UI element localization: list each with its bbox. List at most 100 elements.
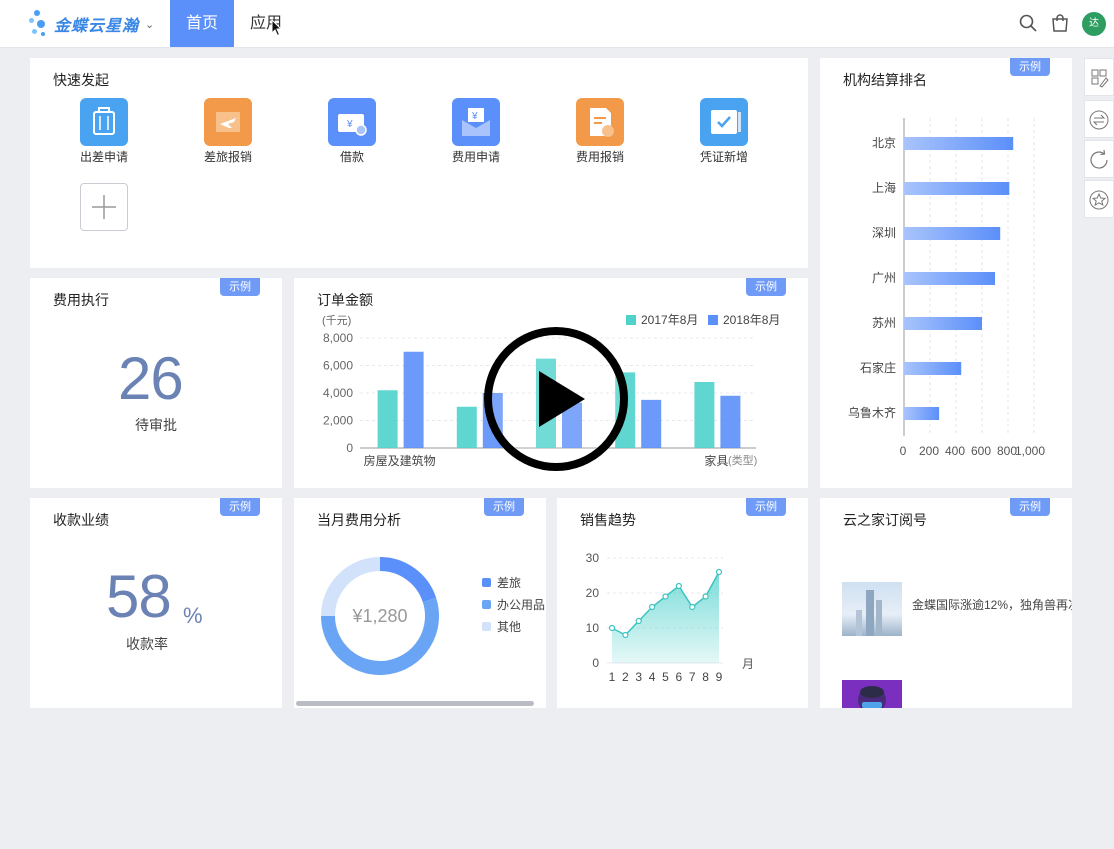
x-tick-label: 6 [676,670,683,684]
news-thumbnail-image[interactable] [842,680,902,708]
pending-approval-label: 待审批 [135,417,177,433]
y-tick-label: 上海 [872,180,896,195]
news-headline[interactable]: 金蝶国际涨逾12%，独角兽再次 [912,596,1072,613]
legend-label: 办公用品 [497,597,545,612]
trend-point [689,603,696,611]
sample-tag: 示例 [1010,498,1050,516]
refresh-tool[interactable] [1084,140,1114,178]
shopping-bag-icon[interactable] [1050,13,1070,33]
trend-point [715,568,723,576]
legend-swatch [482,578,491,587]
percent-sign: % [183,603,203,628]
quick-action-new-voucher[interactable]: 凭证新增 [689,98,759,165]
x-axis-unit: 月 [742,657,754,671]
trend-point [635,617,642,625]
chevron-down-icon[interactable]: ⌄ [145,18,154,31]
trend-point [608,624,616,632]
svg-text:¥: ¥ [471,111,478,122]
app-logo[interactable]: 金蝶云星瀚 ⌄ [28,7,154,41]
sample-tag: 示例 [1010,58,1050,76]
quick-action-label: 借款 [339,150,364,164]
user-avatar[interactable]: 达 [1082,12,1106,36]
favorite-tool[interactable] [1084,180,1114,218]
ranking-bar [904,362,962,375]
x-tick-label: 0 [900,444,907,458]
tab-home[interactable]: 首页 [170,0,234,47]
loan-bill-icon: ¥ [328,98,376,146]
ranking-bar [904,272,995,285]
tab-apps[interactable]: 应用 [240,0,292,47]
legend-swatch [482,622,491,631]
bar-2018 [720,395,741,448]
sales-trend-chart: 0 10 20 30 1 2 3 4 5 6 7 8 9 月 [586,551,754,684]
y-tick-label: 深圳 [872,226,896,240]
search-icon[interactable] [1018,13,1038,33]
legend-label: 2018年8月 [723,313,780,327]
collection-performance-card: 收款业绩 示例 58 % 收款率 [30,498,282,708]
sample-tag: 示例 [746,278,786,296]
add-quick-action-button[interactable] [80,183,128,231]
y-tick-label: 2,000 [323,414,353,428]
reimburse-doc-icon [576,98,624,146]
quick-action-expense-request[interactable]: ¥ 费用申请 [441,98,511,165]
x-tick-label: 4 [649,670,656,684]
org-ranking-card: 机构结算排名 示例 0 200 400 600 800 1,000 北京 上海 深圳 广州 苏州 石家… [820,58,1072,488]
subscription-card: 云之家订阅号 示例 金蝶国际涨逾12%，独角兽再次 [820,498,1072,708]
x-tick-label: 房屋及建筑物 [364,453,436,468]
x-axis-name: (类型) [728,453,757,467]
ranking-bar [904,182,1010,195]
y-tick-label: 0 [346,441,353,455]
expense-envelope-icon: ¥ [452,98,500,146]
logo-mark-icon [28,8,54,40]
quick-action-business-trip[interactable]: 出差申请 [69,98,139,165]
quick-action-loan[interactable]: ¥ 借款 [317,98,387,165]
switch-tool[interactable] [1084,100,1114,138]
y-axis-unit: (千元) [322,314,351,327]
org-ranking-chart: 0 200 400 600 8001,000北京上海深圳广州苏州石家庄乌鲁木齐 [848,118,1045,458]
sample-tag: 示例 [746,498,786,516]
sample-tag: 示例 [484,498,524,516]
legend-swatch [708,315,718,325]
legend-label: 差旅 [497,576,521,590]
x-tick-label: 1 [609,670,616,684]
quick-action-label: 差旅报销 [203,150,252,164]
quick-action-travel-reimbursement[interactable]: 差旅报销 [193,98,263,165]
trend-point [662,593,669,600]
x-tick-label: 9 [716,670,723,684]
horizontal-scrollbar[interactable] [296,701,534,706]
y-tick-label: 4,000 [323,386,353,400]
card-title: 收款业绩 [53,512,109,528]
trend-point [675,582,682,590]
expense-execution-card: 费用执行 示例 26 待审批 [30,278,282,488]
sample-tag: 示例 [220,498,260,516]
trend-point [622,631,629,639]
x-tick-label: 5 [662,670,669,684]
donut-slice [379,557,437,603]
quick-action-label: 凭证新增 [699,150,748,164]
ranking-bar [904,317,982,330]
swap-icon [1089,110,1109,130]
bar-2017 [377,390,398,448]
ranking-bar [904,137,1014,150]
card-title: 快速发起 [53,72,109,88]
card-title: 云之家订阅号 [843,512,927,528]
grid-edit-icon [1091,69,1109,88]
news-thumbnail-image[interactable] [842,582,902,636]
trend-point [702,593,709,600]
quick-action-expense-reimbursement[interactable]: 费用报销 [565,98,635,165]
video-play-button[interactable] [482,325,630,473]
pending-approval-count[interactable]: 26 [118,344,184,413]
legend-swatch [626,315,636,325]
trend-point [649,603,656,611]
collection-rate-value[interactable]: 58 [106,562,172,631]
layout-edit-tool[interactable] [1084,58,1114,96]
x-tick-label: 2 [622,670,629,684]
legend-label: 其他 [497,620,521,634]
x-tick-label: 200 [919,444,939,458]
y-tick-label: 10 [586,621,600,635]
quick-actions-card: 快速发起 出差申请 差旅报销 ¥ 借款 ¥ 费用申请 费用报销 凭证新增 [30,58,808,268]
donut-center-value: ¥1,280 [351,606,407,626]
monthly-expense-card: 当月费用分析 示例 ¥1,280 差旅 办公用品 其他 [294,498,546,708]
quick-action-label: 费用报销 [575,150,624,164]
y-tick-label: 8,000 [323,331,353,345]
